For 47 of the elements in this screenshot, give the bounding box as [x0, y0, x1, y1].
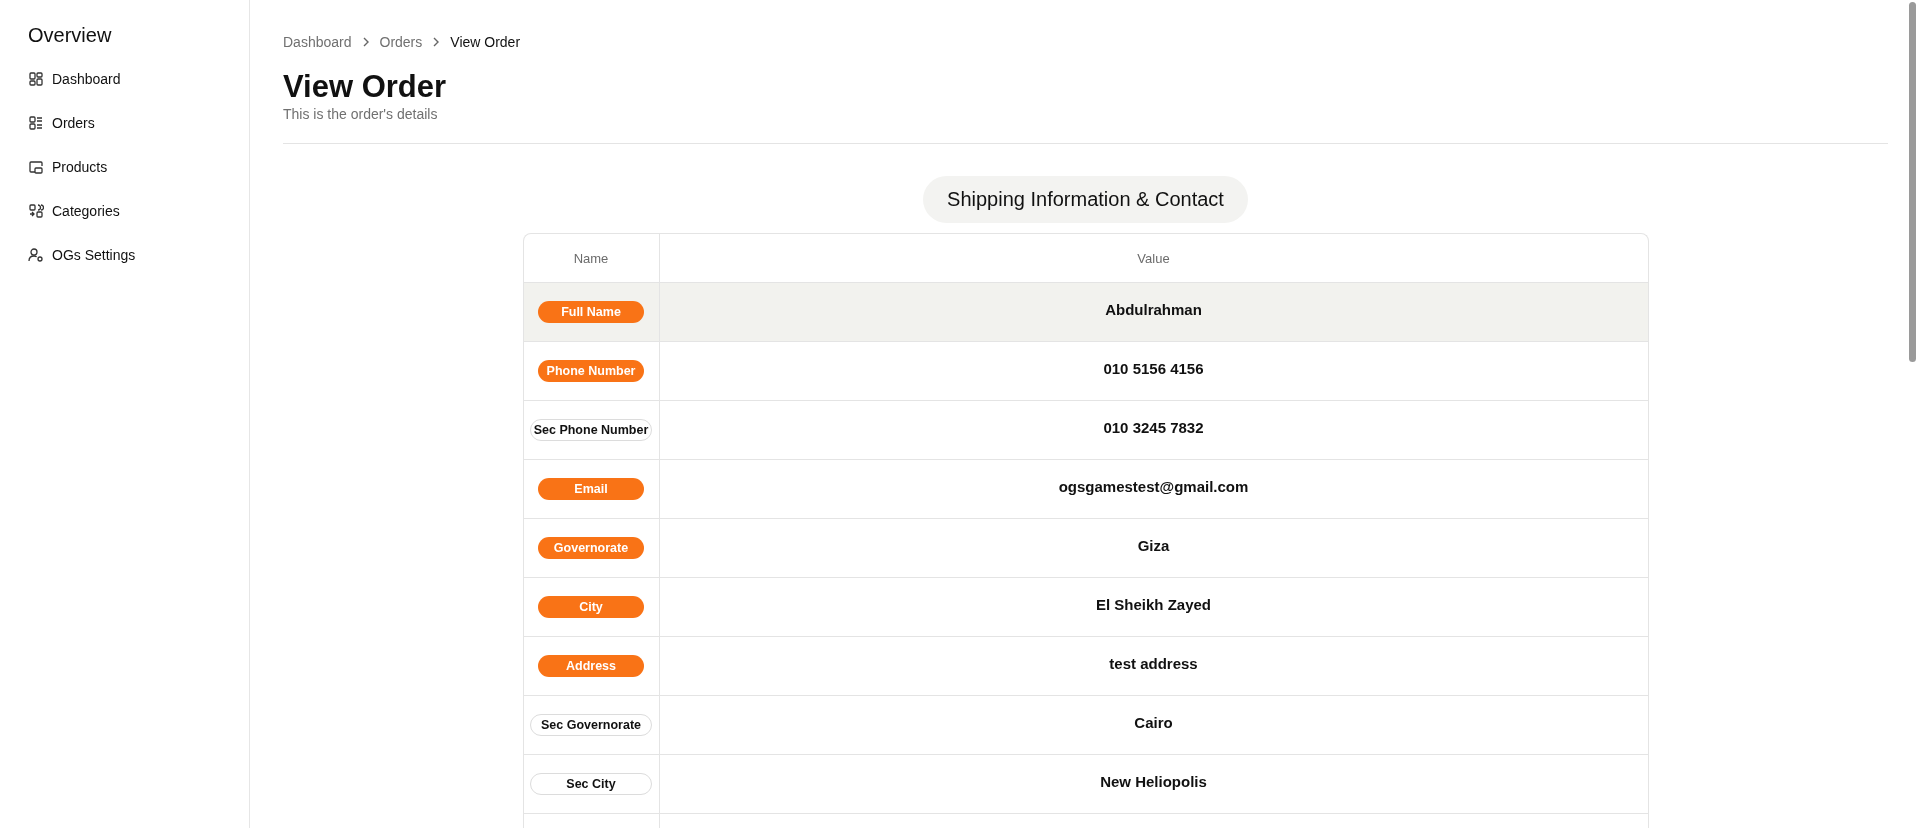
section-heading: Shipping Information & Contact [923, 176, 1248, 224]
field-label-badge: Full Name [538, 301, 644, 324]
table-row[interactable]: Sec City New Heliopolis [523, 755, 1648, 815]
field-label-badge: Email [538, 478, 644, 501]
table-row[interactable]: Address test address [523, 637, 1648, 697]
field-label-badge: Sec Governorate [530, 714, 652, 737]
field-label-badge: Governorate [538, 537, 644, 560]
breadcrumb-link[interactable]: Dashboard [283, 34, 352, 50]
field-value: New Heliopolis [1100, 772, 1207, 792]
field-value: test address [1109, 654, 1198, 674]
sidebar-item[interactable]: Products [24, 145, 112, 189]
sidebar-item[interactable]: OGs Settings [24, 233, 140, 277]
sidebar-item[interactable]: Categories [24, 189, 124, 233]
field-label-badge: City [538, 596, 644, 619]
scrollbar[interactable] [1909, 2, 1916, 362]
field-value: ogsgamestest@gmail.com [1058, 477, 1249, 497]
breadcrumb-link[interactable]: Orders [379, 34, 423, 50]
table-row[interactable]: Governorate Giza [523, 519, 1648, 579]
field-value: 010 5156 4156 [1103, 359, 1204, 379]
sidebar-item[interactable]: Dashboard [24, 57, 125, 101]
field-label-badge: Sec Phone Number [530, 419, 652, 442]
field-label-badge: Sec City [530, 773, 652, 796]
table-row[interactable]: City El Sheikh Zayed [523, 578, 1648, 638]
grid-icon [28, 71, 44, 87]
field-value: 010 3245 7832 [1103, 418, 1204, 438]
field-value: Giza [1137, 536, 1170, 556]
field-value: Abdulrahman [1105, 300, 1202, 320]
field-label-badge: Address [538, 655, 644, 678]
sidebar-item[interactable]: Orders [24, 101, 99, 145]
table-row[interactable]: Full Name Abdulrahman [523, 283, 1648, 343]
page-subtitle: This is the order's details [283, 106, 439, 123]
breadcrumb-current: View Order [450, 34, 521, 50]
folder-icon [28, 159, 44, 175]
user-icon [28, 247, 44, 263]
column-header: Name [523, 234, 660, 283]
column-header: Value [1136, 249, 1171, 268]
page-title: View Order [283, 70, 448, 105]
list-icon [28, 115, 44, 131]
field-value: El Sheikh Zayed [1095, 595, 1211, 615]
table-row[interactable]: Email ogsgamestest@gmail.com [523, 460, 1648, 520]
table-row[interactable]: Phone Number 010 5156 4156 [523, 342, 1648, 402]
sidebar-title: Overview [28, 24, 113, 47]
field-label-badge: Phone Number [538, 360, 644, 383]
table-row[interactable]: Sec Governorate Cairo [523, 696, 1648, 756]
grid-icon [28, 203, 44, 219]
table-row[interactable]: Sec Phone Number 010 3245 7832 [523, 401, 1648, 461]
field-value: Cairo [1134, 713, 1173, 733]
